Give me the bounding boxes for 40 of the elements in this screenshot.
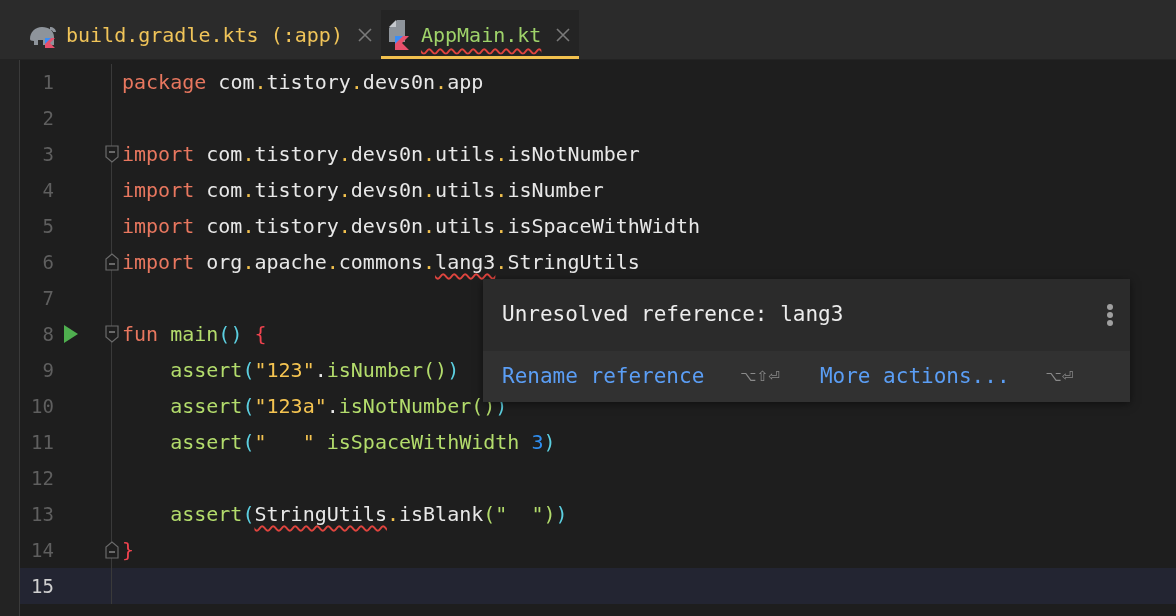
line-number: 3 <box>41 141 54 167</box>
code-line: import com.tistory.devs0n.utils.isNotNumber <box>122 141 640 168</box>
line-number: 13 <box>30 501 54 527</box>
fold-icon[interactable] <box>105 325 119 343</box>
code-line: import com.tistory.devs0n.utils.isSpaceWithWidth <box>122 213 701 240</box>
line-number: 14 <box>30 537 54 563</box>
fold-icon[interactable] <box>105 541 119 559</box>
code-line: assert("123".isNumber()) <box>169 357 460 384</box>
action-link[interactable]: More actions... <box>819 360 1010 393</box>
line-number: 4 <box>41 177 54 203</box>
run-icon[interactable] <box>64 325 78 343</box>
close-icon[interactable] <box>555 26 572 43</box>
line-number: 2 <box>41 105 54 131</box>
shortcut-hint: ⌥⇧⏎ <box>740 367 780 386</box>
fold-icon[interactable] <box>105 145 119 163</box>
error-message: Unresolved reference: lang3 <box>502 301 844 329</box>
code-line: } <box>122 537 135 564</box>
line-number: 8 <box>41 321 54 347</box>
line-number: 10 <box>30 393 54 419</box>
line-number: 11 <box>30 429 54 455</box>
line-number: 7 <box>41 285 54 311</box>
code-line: assert(StringUtils.isBlank(" ")) <box>169 501 568 528</box>
code-line: import com.tistory.devs0n.utils.isNumber <box>122 177 604 204</box>
fold-icon[interactable] <box>105 253 119 271</box>
line-number: 15 <box>30 573 54 599</box>
more-options-icon[interactable] <box>1106 304 1114 326</box>
line-number: 1 <box>41 69 54 95</box>
editor-tab[interactable]: build.gradle.kts (:app) <box>20 10 381 59</box>
line-number: 12 <box>30 465 54 491</box>
editor-tab[interactable]: AppMain.kt <box>380 10 580 59</box>
code-line: package com.tistory.devs0n.app <box>122 69 484 96</box>
action-link[interactable]: Rename reference <box>502 360 705 393</box>
close-icon[interactable] <box>356 26 373 43</box>
code-line: fun main() { <box>122 321 267 348</box>
code-line: assert(" " isSpaceWithWidth 3) <box>169 429 556 456</box>
line-number: 9 <box>41 357 54 383</box>
code-line: import org.apache.commons.lang3.StringUtils <box>122 249 640 276</box>
line-number: 5 <box>41 213 54 239</box>
line-number: 6 <box>41 249 54 275</box>
shortcut-hint: ⌥⏎ <box>1045 367 1074 386</box>
